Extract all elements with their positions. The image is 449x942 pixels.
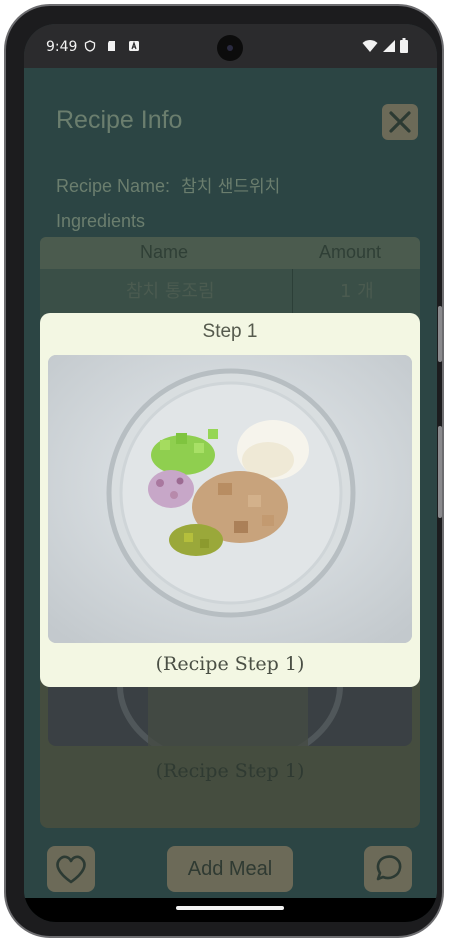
close-button[interactable] — [382, 104, 418, 140]
add-meal-button[interactable]: Add Meal — [167, 846, 293, 892]
ingredient-name: 참치 통조림 — [126, 281, 215, 302]
battery-icon — [400, 38, 408, 53]
home-indicator[interactable] — [176, 906, 284, 910]
status-bar: 9:49 — [24, 24, 437, 68]
chat-bubble-icon — [376, 855, 402, 881]
power-button — [438, 306, 442, 362]
step-modal: Step 1 (Recipe Step 1) — [40, 313, 420, 687]
signal-icon — [383, 40, 395, 52]
modal-caption: (Recipe Step 1) — [155, 653, 305, 675]
comments-button[interactable] — [364, 846, 412, 892]
navigation-bar — [24, 898, 437, 922]
column-header-amount: Amount — [319, 242, 382, 262]
background-step-caption: (Recipe Step 1) — [155, 760, 305, 782]
table-header: Name Amount — [40, 237, 420, 269]
recipe-name-label: Recipe Name: — [56, 176, 171, 196]
phone-frame: 9:49 Recipe Info Recipe Name: 참치 샌드위치 In… — [4, 4, 444, 938]
ingredient-amount: 1 개 — [340, 281, 374, 302]
close-icon — [389, 111, 411, 133]
status-time: 9:49 — [46, 39, 78, 55]
modal-title: Step 1 — [202, 321, 258, 342]
front-camera — [217, 35, 243, 61]
recipe-name-value: 참치 샌드위치 — [181, 177, 281, 197]
favorite-button[interactable] — [47, 846, 95, 892]
shield-icon — [84, 40, 96, 52]
volume-button — [438, 426, 442, 518]
column-header-name: Name — [140, 242, 189, 262]
screen: 9:49 Recipe Info Recipe Name: 참치 샌드위치 In… — [24, 24, 437, 922]
wifi-icon — [362, 40, 378, 52]
step-image — [48, 355, 412, 643]
recipe-info-screen: Recipe Info Recipe Name: 참치 샌드위치 Ingredi… — [24, 68, 437, 898]
sd-card-icon — [108, 41, 115, 51]
ingredients-label: Ingredients — [56, 211, 146, 231]
page-title: Recipe Info — [56, 106, 183, 134]
font-icon — [129, 41, 139, 51]
recipe-name-row: Recipe Name: 참치 샌드위치 — [56, 172, 280, 197]
heart-icon — [56, 855, 86, 884]
